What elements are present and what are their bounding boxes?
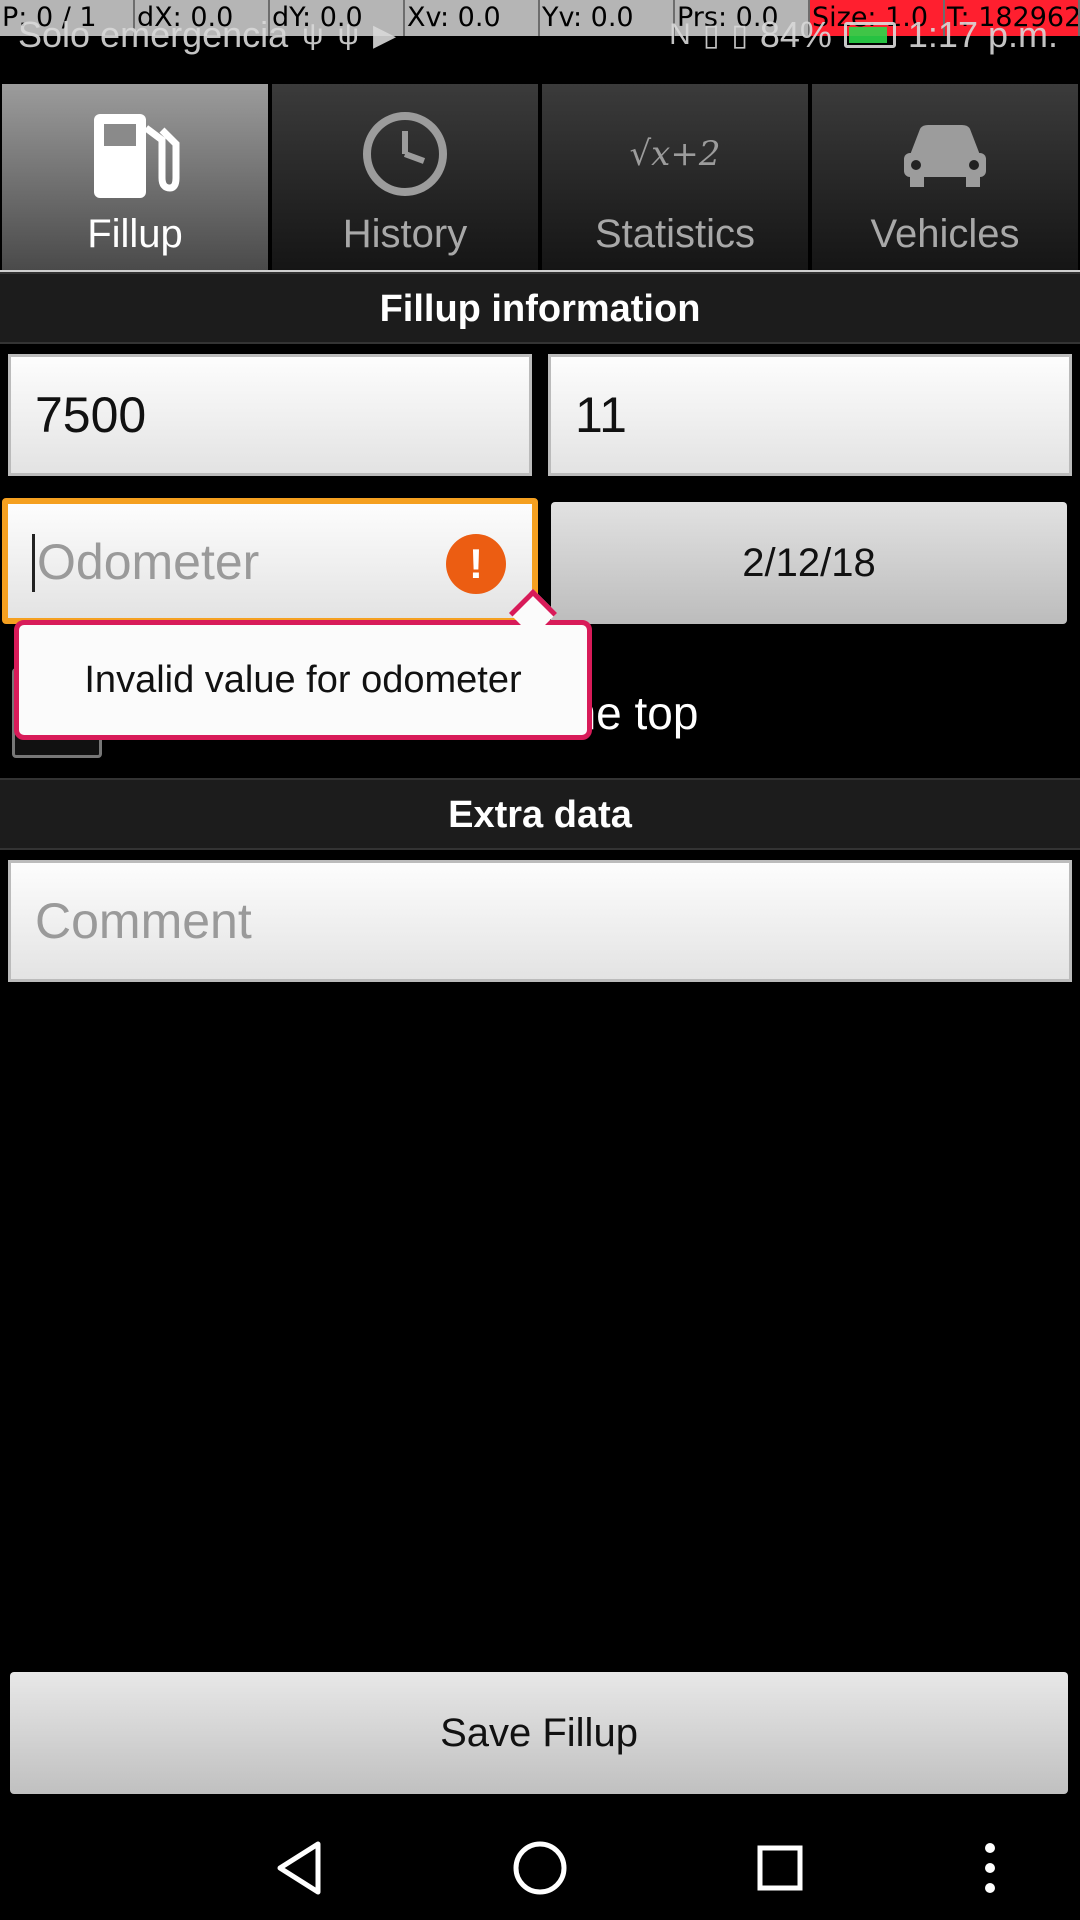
home-icon[interactable]: [510, 1838, 570, 1898]
battery-icon: [843, 22, 896, 48]
odometer-field[interactable]: Odometer !: [2, 498, 538, 624]
tab-label: History: [342, 212, 468, 256]
status-right: N ▯ ▯ 84% 1:17 p.m.: [669, 14, 1058, 56]
nfc-icon: N: [669, 18, 691, 51]
price-field[interactable]: 7500: [8, 354, 532, 476]
tab-vehicles[interactable]: Vehicles: [812, 84, 1078, 270]
tab-label: Vehicles: [870, 212, 1020, 256]
text-caret: [32, 533, 35, 592]
carrier-text: Solo emergencia: [18, 14, 289, 55]
error-tooltip: Invalid value for odometer: [14, 620, 592, 740]
tab-statistics[interactable]: √x+2 Statistics: [542, 84, 808, 270]
tab-fillup[interactable]: Fillup: [2, 84, 268, 270]
debug-yv: Yv: 0.0: [540, 0, 675, 36]
date-button[interactable]: 2/12/18: [551, 502, 1067, 624]
save-fillup-button[interactable]: Save Fillup: [10, 1672, 1068, 1794]
section-header-fillup: Fillup information: [0, 272, 1080, 344]
recents-icon[interactable]: [750, 1838, 810, 1898]
navigation-bar: [0, 1820, 1080, 1920]
usb-debug-icon: ψ: [337, 18, 359, 51]
sim-icon: ▯: [731, 18, 748, 52]
clock-text: 1:17 p.m.: [907, 14, 1058, 55]
status-left: Solo emergencia ψ ψ ▶: [18, 14, 396, 56]
fuel-pump-icon: [90, 104, 180, 204]
odometer-placeholder: Odometer: [37, 534, 260, 590]
usb-icon: ψ: [302, 18, 324, 51]
comment-field[interactable]: Comment: [8, 860, 1072, 982]
formula-icon: √x+2: [629, 134, 721, 174]
tab-label: Statistics: [594, 212, 756, 256]
play-store-icon: ▶: [372, 18, 397, 52]
car-icon: [900, 104, 990, 204]
vibrate-icon: ▯: [702, 18, 720, 52]
error-icon: !: [446, 534, 506, 594]
tab-history[interactable]: History: [272, 84, 538, 270]
overflow-menu-icon[interactable]: [970, 1838, 1010, 1898]
back-icon[interactable]: [270, 1838, 330, 1898]
section-header-extra: Extra data: [0, 778, 1080, 850]
volume-field[interactable]: 11: [548, 354, 1072, 476]
tab-bar: Fillup History √x+2 Statistics Vehicles: [0, 84, 1080, 274]
battery-percent: 84%: [759, 14, 832, 55]
debug-xv: Xv: 0.0: [405, 0, 540, 36]
tab-label: Fillup: [87, 212, 183, 256]
clock-icon: [360, 104, 450, 204]
